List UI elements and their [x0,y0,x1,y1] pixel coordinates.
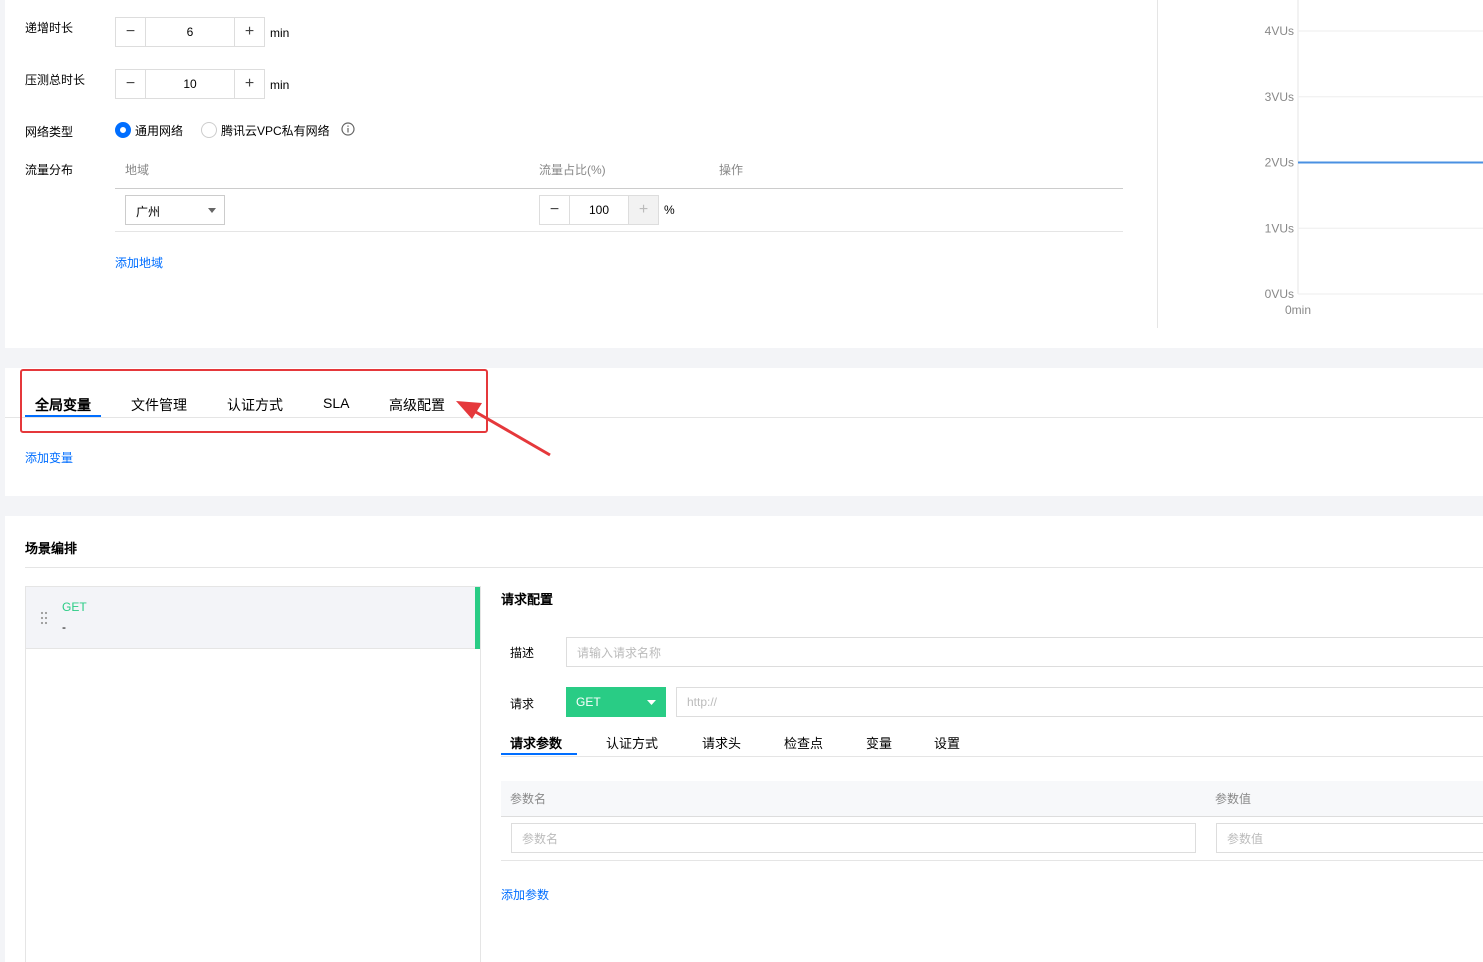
network-option-vpc[interactable]: 腾讯云VPC私有网络 [221,122,330,139]
column-ratio: 流量占比(%) [539,163,606,177]
request-active-indicator [475,587,480,649]
desc-label: 描述 [510,646,535,660]
request-method-badge: GET [62,600,87,614]
network-option-public[interactable]: 通用网络 [135,122,183,139]
tab-request-params[interactable]: 请求参数 [510,733,562,752]
req-label: 请求 [510,697,535,711]
tab-checkpoints[interactable]: 检查点 [784,733,823,752]
tab-request-auth[interactable]: 认证方式 [606,733,658,752]
arrow-annotation-icon [456,401,551,457]
ratio-stepper[interactable]: − 100 + [539,195,659,225]
x-tick-label: 0min [1285,303,1311,317]
ramp-label: 递增时长 [25,21,74,35]
network-label: 网络类型 [25,125,74,139]
ratio-minus-button[interactable]: − [540,196,570,224]
tab-request-settings[interactable]: 设置 [934,733,960,752]
request-tabs-divider [501,756,1483,757]
request-tab-underline [501,753,577,755]
scenario-title-divider [25,567,1483,568]
param-name-input[interactable]: 参数名 [511,823,1196,853]
vu-chart: 4VUs 3VUs 2VUs 1VUs 0VUs 0min [1158,0,1483,340]
tab-request-variables[interactable]: 变量 [866,733,892,752]
region-select-value: 广州 [136,205,161,219]
y-tick-label: 3VUs [1265,90,1294,104]
ramp-value[interactable]: 6 [146,18,234,46]
param-name-header: 参数名 [510,792,547,806]
y-tick-label: 0VUs [1265,287,1294,301]
network-radio-vpc[interactable] [201,122,217,138]
drag-handle-icon[interactable] [40,611,48,625]
caret-down-icon [208,208,216,213]
desc-input[interactable]: 请输入请求名称 [566,637,1483,667]
load-config-card: 递增时长 − 6 + min 压测总时长 − 10 + min 网络类型 通用网… [5,0,1483,348]
ramp-minus-button[interactable]: − [116,18,146,46]
ratio-plus-button[interactable]: + [628,196,658,224]
add-variable-link[interactable]: 添加变量 [25,449,73,466]
y-tick-label: 2VUs [1265,156,1294,170]
y-tick-label: 1VUs [1265,221,1294,235]
params-row-divider [501,860,1483,861]
traffic-row-divider [115,231,1123,232]
url-input[interactable]: http:// [676,687,1483,717]
traffic-header-divider [115,188,1123,189]
method-select[interactable]: GET [566,687,666,717]
ramp-unit: min [270,26,290,40]
traffic-label: 流量分布 [25,163,74,177]
duration-plus-button[interactable]: + [234,70,264,98]
scenario-title: 场景编排 [25,541,78,556]
request-config-title: 请求配置 [501,592,554,607]
duration-stepper[interactable]: − 10 + [115,69,265,99]
vu-chart-svg: 4VUs 3VUs 2VUs 1VUs 0VUs 0min [1265,0,1483,317]
request-list-item[interactable]: GET - [26,587,480,649]
duration-unit: min [270,78,290,92]
ramp-plus-button[interactable]: + [234,18,264,46]
duration-value[interactable]: 10 [146,70,234,98]
ratio-unit: % [664,203,675,217]
tab-request-headers[interactable]: 请求头 [702,733,741,752]
duration-label: 压测总时长 [25,73,86,87]
column-region: 地域 [125,163,150,177]
duration-minus-button[interactable]: − [116,70,146,98]
param-value-header: 参数值 [1215,792,1252,806]
ramp-stepper[interactable]: − 6 + [115,17,265,47]
caret-down-icon [647,700,656,705]
method-select-value: GET [576,695,601,709]
region-select[interactable]: 广州 [125,195,225,225]
request-name: - [62,620,66,634]
ratio-value[interactable]: 100 [570,196,628,224]
y-tick-label: 4VUs [1265,24,1294,38]
param-value-input[interactable]: 参数值 [1216,823,1483,853]
network-radio-public[interactable] [115,122,131,138]
column-action: 操作 [719,163,744,177]
add-param-link[interactable]: 添加参数 [501,886,549,903]
scenario-card: 场景编排 GET - 请求配置 描述 请输入请求名称 请求 GET http:/… [5,516,1483,962]
highlight-box [20,369,488,433]
info-icon[interactable] [341,122,355,136]
params-header-bg [501,781,1483,817]
add-region-link[interactable]: 添加地域 [115,254,163,271]
